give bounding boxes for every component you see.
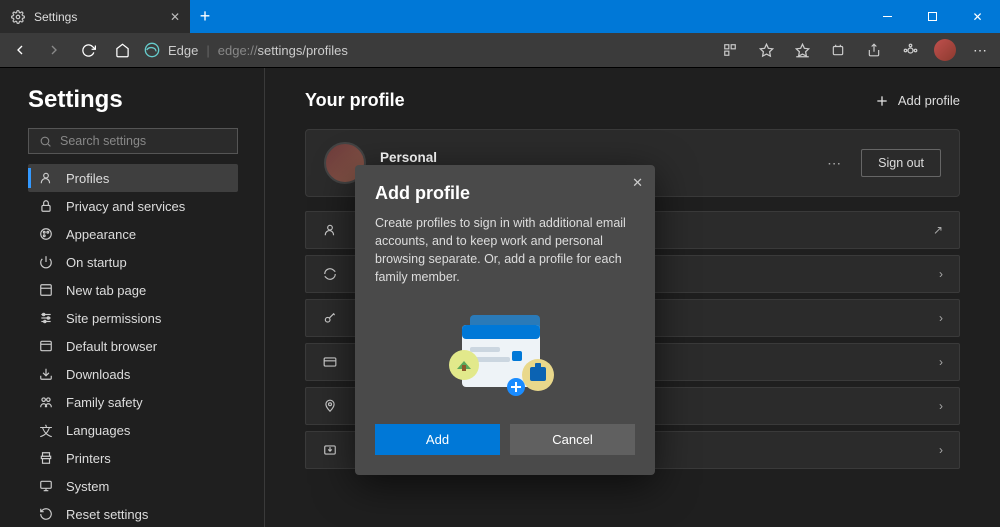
product-label: Edge — [168, 43, 198, 58]
sidebar-item-permissions[interactable]: Site permissions — [28, 304, 238, 332]
close-dialog-button[interactable]: ✕ — [632, 175, 643, 191]
add-profile-label: Add profile — [898, 93, 960, 108]
edge-logo-icon — [144, 42, 160, 58]
sidebar-label: Default browser — [66, 339, 157, 354]
page-title: Your profile — [305, 90, 405, 111]
chevron-right-icon: › — [939, 443, 943, 457]
sidebar-label: Downloads — [66, 367, 130, 382]
search-input[interactable]: Search settings — [28, 128, 238, 154]
address-bar[interactable]: Edge | edge://settings/profiles — [144, 42, 708, 58]
new-tab-button[interactable]: + — [190, 0, 220, 33]
grid-icon — [38, 282, 54, 298]
separator: | — [206, 43, 209, 58]
close-tab-icon[interactable]: ✕ — [170, 10, 180, 24]
dialog-cancel-button[interactable]: Cancel — [510, 424, 635, 455]
sidebar-item-reset[interactable]: Reset settings — [28, 500, 238, 527]
card-icon — [322, 354, 338, 370]
sidebar-item-printers[interactable]: Printers — [28, 444, 238, 472]
reset-icon — [38, 506, 54, 522]
window-controls: ✕ — [865, 0, 1000, 33]
sidebar-item-languages[interactable]: 文 Languages — [28, 416, 238, 444]
browser-tab[interactable]: Settings ✕ — [0, 0, 190, 33]
collections-icon[interactable] — [826, 38, 850, 62]
pin-icon — [322, 398, 338, 414]
favorite-icon[interactable] — [754, 38, 778, 62]
profile-name: Personal — [380, 150, 518, 165]
dialog-illustration — [375, 301, 635, 406]
extensions-icon[interactable] — [898, 38, 922, 62]
sidebar-label: Printers — [66, 451, 111, 466]
chevron-right-icon: › — [939, 399, 943, 413]
settings-sidebar: Settings Search settings Profiles Privac… — [0, 68, 265, 527]
sidebar-item-startup[interactable]: On startup — [28, 248, 238, 276]
add-profile-dialog: ✕ Add profile Create profiles to sign in… — [355, 165, 655, 475]
plus-icon — [874, 93, 890, 109]
sidebar-label: System — [66, 479, 109, 494]
sidebar-item-system[interactable]: System — [28, 472, 238, 500]
sidebar-item-privacy[interactable]: Privacy and services — [28, 192, 238, 220]
sidebar-label: Family safety — [66, 395, 143, 410]
import-icon — [322, 442, 338, 458]
qr-icon[interactable] — [718, 38, 742, 62]
sidebar-label: Site permissions — [66, 311, 161, 326]
forward-button[interactable] — [42, 38, 66, 62]
gear-icon — [10, 9, 26, 25]
sidebar-item-newtab[interactable]: New tab page — [28, 276, 238, 304]
close-window-button[interactable]: ✕ — [955, 0, 1000, 33]
dialog-add-button[interactable]: Add — [375, 424, 500, 455]
printer-icon — [38, 450, 54, 466]
sync-icon — [322, 266, 338, 282]
search-placeholder: Search settings — [60, 134, 146, 148]
chevron-right-icon: › — [939, 267, 943, 281]
profile-avatar-icon[interactable] — [934, 39, 956, 61]
sidebar-item-appearance[interactable]: Appearance — [28, 220, 238, 248]
monitor-icon — [38, 478, 54, 494]
search-icon — [39, 135, 52, 148]
chevron-right-icon: › — [939, 355, 943, 369]
sidebar-item-default[interactable]: Default browser — [28, 332, 238, 360]
power-icon — [38, 254, 54, 270]
person-icon — [38, 170, 54, 186]
language-icon: 文 — [38, 422, 54, 438]
family-icon — [38, 394, 54, 410]
browser-icon — [38, 338, 54, 354]
sidebar-heading: Settings — [28, 86, 250, 114]
paint-icon — [38, 226, 54, 242]
person-icon — [322, 222, 338, 238]
dialog-description: Create profiles to sign in with addition… — [375, 214, 635, 287]
home-button[interactable] — [110, 38, 134, 62]
dialog-title: Add profile — [375, 183, 635, 204]
sidebar-label: Privacy and services — [66, 199, 185, 214]
sliders-icon — [38, 310, 54, 326]
tab-title: Settings — [34, 10, 77, 24]
sidebar-label: New tab page — [66, 283, 146, 298]
sidebar-label: Appearance — [66, 227, 136, 242]
minimize-button[interactable] — [865, 0, 910, 33]
window-titlebar: Settings ✕ + ✕ — [0, 0, 1000, 33]
back-button[interactable] — [8, 38, 32, 62]
lock-icon — [38, 198, 54, 214]
menu-icon[interactable]: ⋯ — [968, 38, 992, 62]
download-icon — [38, 366, 54, 382]
sidebar-label: On startup — [66, 255, 127, 270]
more-icon[interactable]: ⋯ — [827, 155, 843, 172]
share-icon[interactable] — [862, 38, 886, 62]
refresh-button[interactable] — [76, 38, 100, 62]
external-icon: ↗ — [933, 223, 943, 237]
sidebar-label: Profiles — [66, 171, 109, 186]
favorites-list-icon[interactable] — [790, 38, 814, 62]
maximize-button[interactable] — [910, 0, 955, 33]
sign-out-button[interactable]: Sign out — [861, 149, 941, 177]
sidebar-item-family[interactable]: Family safety — [28, 388, 238, 416]
add-profile-button[interactable]: Add profile — [874, 93, 960, 109]
key-icon — [322, 310, 338, 326]
sidebar-label: Languages — [66, 423, 130, 438]
browser-toolbar: Edge | edge://settings/profiles ⋯ — [0, 33, 1000, 68]
sidebar-label: Reset settings — [66, 507, 148, 522]
sidebar-item-downloads[interactable]: Downloads — [28, 360, 238, 388]
chevron-right-icon: › — [939, 311, 943, 325]
sidebar-item-profiles[interactable]: Profiles — [28, 164, 238, 192]
url-path: settings/profiles — [258, 43, 348, 58]
url-scheme: edge:// — [218, 43, 258, 58]
